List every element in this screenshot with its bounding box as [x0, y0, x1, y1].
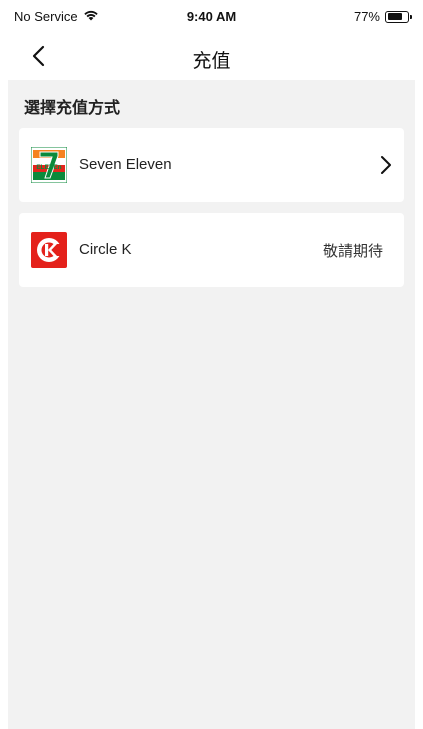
battery-percent: 77% [353, 9, 380, 24]
status-bar: No Service 9:40 AM 77% [0, 0, 423, 32]
status-right: 77% [353, 9, 412, 24]
seven-eleven-logo-text: ELEVEn [36, 164, 61, 171]
nav-bar: 充值 [0, 36, 423, 80]
battery-cap [410, 14, 412, 19]
seven-eleven-logo: ELEVEn [30, 146, 68, 184]
battery-icon [385, 10, 412, 23]
battery-fill [387, 13, 403, 20]
option-seven-eleven[interactable]: ELEVEn Seven Eleven [19, 128, 404, 202]
section-title: 選擇充值方式 [24, 100, 121, 117]
chevron-right-icon [378, 153, 394, 177]
circle-k-logo [31, 232, 67, 268]
option-label: Seven Eleven [79, 156, 172, 173]
option-circle-k[interactable]: Circle K 敬請期待 [19, 213, 404, 287]
main-content: 選擇充值方式 ELEVEn Seven Eleven Circle K 敬請期待 [8, 80, 415, 729]
page-title: 充值 [192, 51, 231, 72]
coming-soon-text: 敬請期待 [322, 243, 383, 260]
option-label: Circle K [79, 241, 132, 258]
